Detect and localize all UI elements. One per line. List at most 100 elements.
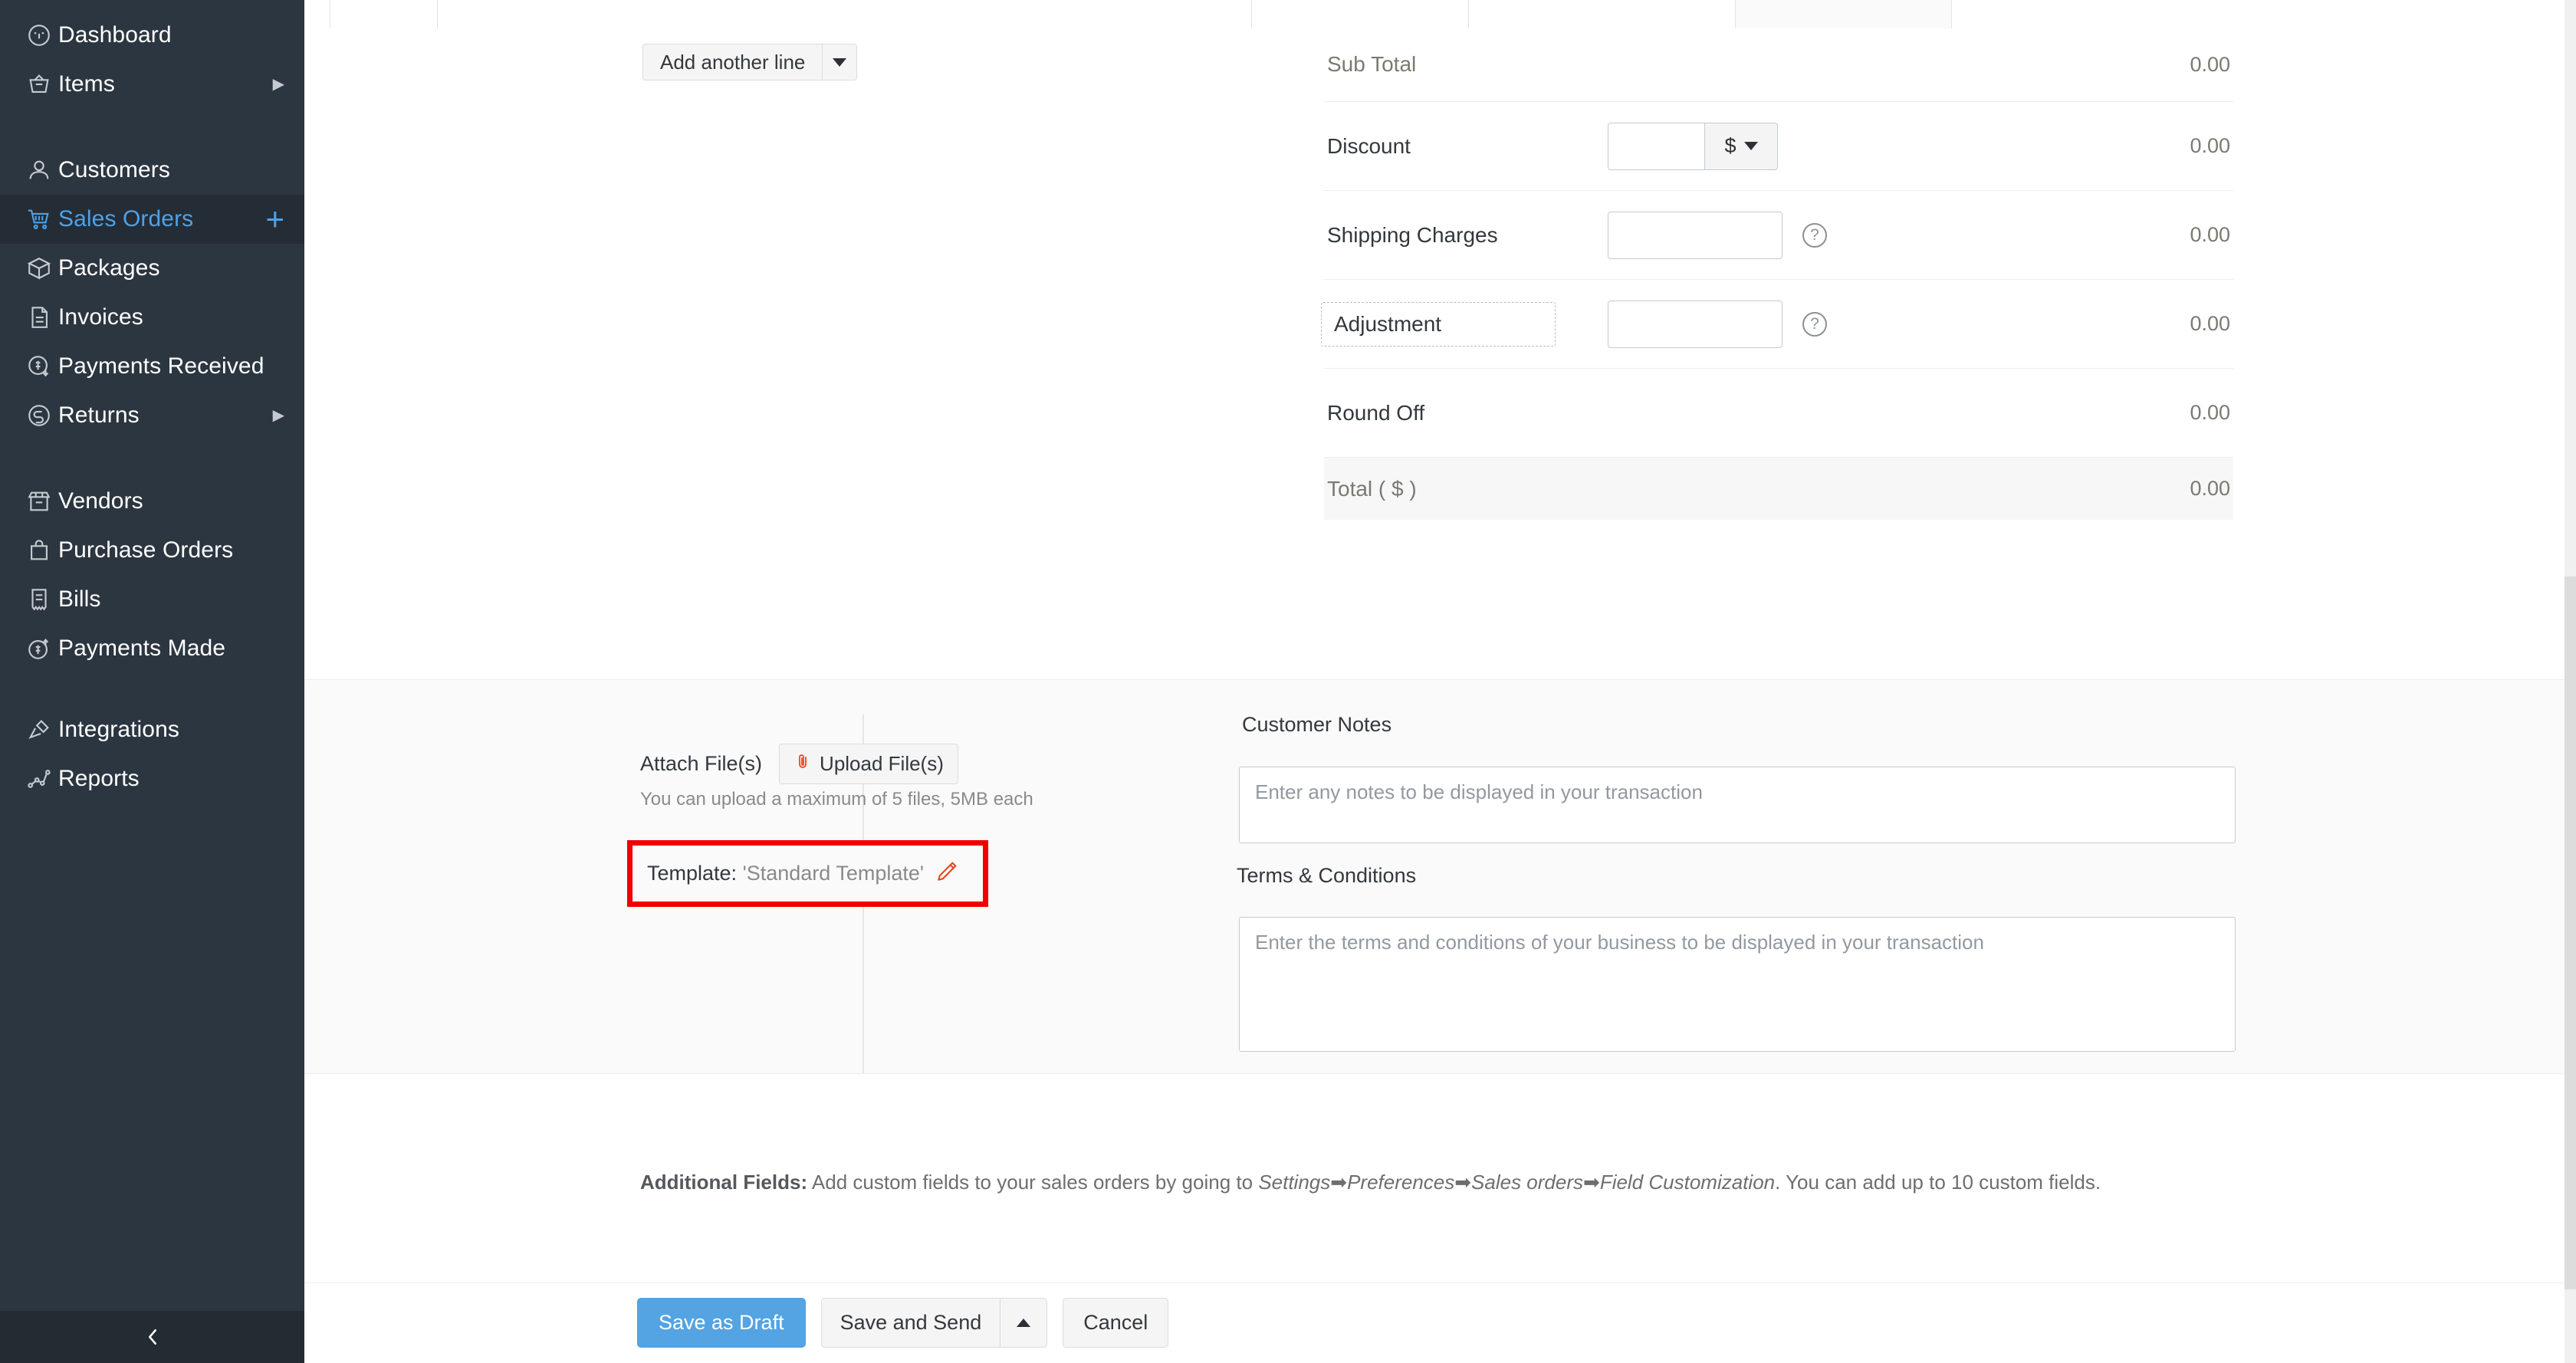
terms-and-conditions-label: Terms & Conditions: [1237, 864, 1416, 888]
sidebar-item-returns[interactable]: Returns ▶: [0, 391, 304, 440]
additional-fields-link-field-customization: Field Customization: [1600, 1171, 1775, 1194]
sidebar-item-label: Sales Orders: [58, 206, 265, 232]
roundoff-label: Round Off: [1324, 401, 1608, 425]
upload-files-label: Upload File(s): [820, 752, 944, 776]
attach-files-label: Attach File(s): [640, 752, 762, 776]
app-root: Dashboard Items ▶ Customers: [0, 0, 2576, 1363]
sidebar-item-integrations[interactable]: Integrations: [0, 705, 304, 754]
caret-down-icon: [833, 58, 846, 67]
add-another-line-dropdown-button[interactable]: [822, 44, 857, 80]
line-items-table-remnant: [330, 0, 1952, 28]
plug-icon: [26, 717, 58, 743]
totals-row-discount: Discount $ 0.00: [1324, 101, 2233, 190]
footer-bar: Save as Draft Save and Send Cancel: [304, 1283, 2564, 1363]
adjustment-label-wrap: Adjustment: [1324, 302, 1608, 346]
sidebar-item-label: Integrations: [58, 717, 284, 743]
shipping-input[interactable]: [1608, 212, 1783, 259]
shipping-value: 0.00: [2080, 223, 2233, 247]
sidebar-gap: [0, 440, 304, 477]
sidebar-collapse-button[interactable]: [0, 1311, 304, 1363]
discount-input[interactable]: [1608, 123, 1704, 170]
gauge-icon: [26, 22, 58, 48]
additional-fields-link-preferences: Preferences: [1347, 1171, 1454, 1194]
return-icon: [26, 402, 58, 429]
additional-fields-link-sales-orders: Sales orders: [1471, 1171, 1583, 1194]
attach-files-row: Attach File(s) Upload File(s): [640, 744, 958, 784]
arrow-right-icon: ➡: [1583, 1171, 1600, 1194]
table-cell: [1251, 0, 1468, 28]
sidebar-item-label: Reports: [58, 766, 284, 792]
payment-in-icon: [26, 353, 58, 379]
customer-notes-input[interactable]: [1239, 767, 2236, 843]
add-another-line-button[interactable]: Add another line: [642, 44, 822, 80]
discount-unit-select[interactable]: $: [1704, 123, 1778, 170]
caret-down-icon: [1744, 142, 1758, 150]
box-icon: [26, 255, 58, 281]
person-icon: [26, 157, 58, 183]
sidebar-item-packages[interactable]: Packages: [0, 244, 304, 293]
sidebar-item-invoices[interactable]: Invoices: [0, 293, 304, 342]
adjustment-input[interactable]: [1608, 301, 1783, 348]
sidebar-item-label: Invoices: [58, 304, 284, 330]
chevron-right-icon: ▶: [273, 77, 284, 92]
grand-total-value: 0.00: [2080, 477, 2233, 501]
save-and-send-button[interactable]: Save and Send: [821, 1298, 1001, 1348]
save-and-send-dropdown-button[interactable]: [1000, 1298, 1047, 1348]
table-cell: [437, 0, 1251, 28]
sidebar-item-items[interactable]: Items ▶: [0, 60, 304, 109]
totals-row-adjustment: Adjustment ? 0.00: [1324, 279, 2233, 368]
sidebar-top-spacer: [0, 0, 304, 11]
additional-fields-link-settings: Settings: [1258, 1171, 1330, 1194]
totals-row-grand-total: Total ( $ ) 0.00: [1324, 457, 2233, 520]
paperclip-icon: [794, 752, 812, 776]
receipt-icon: [26, 586, 58, 613]
arrow-right-icon: ➡: [1454, 1171, 1471, 1194]
sidebar-item-label: Dashboard: [58, 22, 284, 48]
sidebar-item-payments-made[interactable]: Payments Made: [0, 624, 304, 673]
vertical-scrollbar-thumb[interactable]: [2564, 576, 2576, 1289]
upload-files-button[interactable]: Upload File(s): [779, 744, 958, 784]
question-mark-icon[interactable]: ?: [1802, 223, 1827, 248]
sidebar-item-payments-received[interactable]: Payments Received: [0, 342, 304, 391]
customer-notes-label: Customer Notes: [1242, 713, 1392, 737]
totals-row-subtotal: Sub Total 0.00: [1324, 28, 2233, 101]
sidebar-item-dashboard[interactable]: Dashboard: [0, 11, 304, 60]
sidebar-item-bills[interactable]: Bills: [0, 575, 304, 624]
main-content: Add another line Sub Total 0.00 Discount…: [304, 0, 2564, 1363]
adjustment-value: 0.00: [2080, 312, 2233, 336]
save-as-draft-button[interactable]: Save as Draft: [637, 1298, 806, 1348]
adjustment-label-input[interactable]: Adjustment: [1321, 302, 1556, 346]
sidebar-item-reports[interactable]: Reports: [0, 754, 304, 803]
table-cell: [1735, 0, 1952, 28]
plus-icon[interactable]: +: [265, 206, 284, 232]
shipping-mid: ?: [1608, 212, 2080, 259]
adjustment-mid: ?: [1608, 301, 2080, 348]
sidebar-item-vendors[interactable]: Vendors: [0, 477, 304, 526]
vertical-scrollbar-track[interactable]: [2564, 0, 2576, 1363]
sidebar-item-sales-orders[interactable]: Sales Orders +: [0, 195, 304, 244]
sidebar-gap: [0, 109, 304, 146]
pencil-icon[interactable]: [935, 859, 959, 888]
add-another-line-group: Add another line: [642, 44, 857, 80]
chevron-left-icon: [141, 1325, 164, 1348]
additional-fields-text1: Add custom fields to your sales orders b…: [807, 1171, 1258, 1194]
sidebar-item-purchase-orders[interactable]: Purchase Orders: [0, 526, 304, 575]
chevron-right-icon: ▶: [273, 408, 284, 423]
document-icon: [26, 304, 58, 330]
template-highlight-box[interactable]: Template: 'Standard Template': [627, 840, 988, 907]
shipping-label: Shipping Charges: [1324, 223, 1608, 248]
sidebar-item-label: Customers: [58, 157, 284, 183]
sidebar-item-customers[interactable]: Customers: [0, 146, 304, 195]
table-cell: [330, 0, 437, 28]
cart-icon: [26, 206, 58, 232]
terms-and-conditions-input[interactable]: [1239, 917, 2236, 1052]
sidebar-item-label: Items: [58, 71, 273, 97]
cancel-button[interactable]: Cancel: [1063, 1298, 1168, 1348]
save-and-send-group: Save and Send: [821, 1298, 1048, 1348]
arrow-right-icon: ➡: [1330, 1171, 1347, 1194]
question-mark-icon[interactable]: ?: [1802, 312, 1827, 337]
sidebar-item-label: Purchase Orders: [58, 537, 284, 563]
sidebar-item-label: Bills: [58, 586, 284, 613]
grand-total-label: Total ( $ ): [1324, 477, 1608, 501]
sidebar-item-label: Packages: [58, 255, 284, 281]
